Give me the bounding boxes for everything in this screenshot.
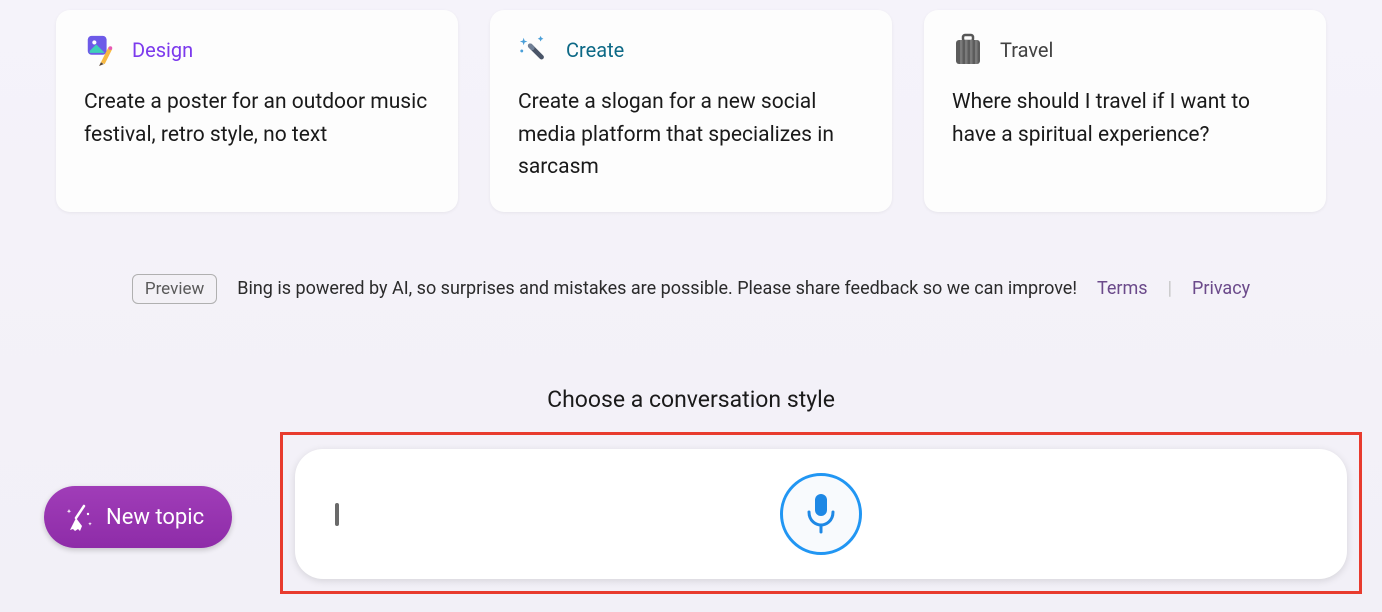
keyboard-icon[interactable] <box>335 505 339 524</box>
new-topic-label: New topic <box>106 505 204 530</box>
card-title: Create <box>566 38 624 62</box>
chat-input-box[interactable] <box>295 449 1347 579</box>
card-header: Create <box>518 34 864 66</box>
conversation-style-heading: Choose a conversation style <box>0 386 1382 413</box>
card-design[interactable]: Design Create a poster for an outdoor mu… <box>56 10 458 212</box>
card-travel[interactable]: Travel Where should I travel if I want t… <box>924 10 1326 212</box>
preview-badge: Preview <box>132 274 217 304</box>
disclaimer-row: Preview Bing is powered by AI, so surpri… <box>0 274 1382 304</box>
broom-icon <box>66 504 92 530</box>
design-icon <box>84 34 116 66</box>
suitcase-icon <box>952 34 984 66</box>
terms-link[interactable]: Terms <box>1097 278 1148 299</box>
card-create[interactable]: Create Create a slogan for a new social … <box>490 10 892 212</box>
input-highlight-box <box>280 432 1362 594</box>
privacy-link[interactable]: Privacy <box>1192 278 1250 299</box>
microphone-button[interactable] <box>780 473 862 555</box>
microphone-icon <box>804 492 838 536</box>
card-header: Design <box>84 34 430 66</box>
card-text: Where should I travel if I want to have … <box>952 86 1298 151</box>
suggestion-cards-row: Design Create a poster for an outdoor mu… <box>0 0 1382 212</box>
wand-icon <box>518 34 550 66</box>
card-title: Design <box>132 38 193 62</box>
card-header: Travel <box>952 34 1298 66</box>
card-title: Travel <box>1000 38 1053 62</box>
card-text: Create a slogan for a new social media p… <box>518 86 864 184</box>
card-text: Create a poster for an outdoor music fes… <box>84 86 430 151</box>
divider: | <box>1168 278 1172 299</box>
disclaimer-text: Bing is powered by AI, so surprises and … <box>237 278 1077 299</box>
new-topic-button[interactable]: New topic <box>44 486 232 548</box>
